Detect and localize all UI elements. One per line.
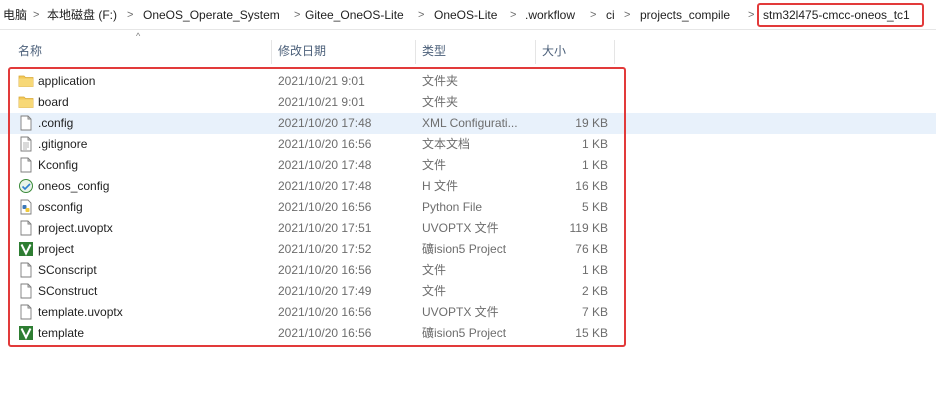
column-divider[interactable] xyxy=(535,40,536,64)
sort-ascending-icon: ^ xyxy=(136,31,141,41)
breadcrumb-item-computer[interactable]: 电脑 xyxy=(3,7,27,23)
address-bar[interactable]: 电脑 > 本地磁盘 (F:) > OneOS_Operate_System > … xyxy=(0,0,936,30)
chevron-right-icon[interactable]: > xyxy=(418,7,424,23)
breadcrumb-item-workflow[interactable]: .workflow xyxy=(525,7,575,23)
chevron-right-icon[interactable]: > xyxy=(748,7,754,23)
breadcrumb-item-gitee-oneos-lite[interactable]: Gitee_OneOS-Lite xyxy=(305,7,404,23)
chevron-right-icon[interactable]: > xyxy=(127,7,133,23)
breadcrumb-item-oneos-operate-system[interactable]: OneOS_Operate_System xyxy=(143,7,280,23)
breadcrumb-item-oneos-lite[interactable]: OneOS-Lite xyxy=(434,7,497,23)
column-header-type[interactable]: 类型 xyxy=(422,37,446,65)
breadcrumb-item-drive[interactable]: 本地磁盘 (F:) xyxy=(47,7,117,23)
breadcrumb-item-projects-compile[interactable]: projects_compile xyxy=(640,7,730,23)
column-header-size[interactable]: 大小 xyxy=(542,37,566,65)
column-divider[interactable] xyxy=(614,40,615,64)
column-header-name[interactable]: 名称 xyxy=(18,37,42,65)
breadcrumb-item-ci[interactable]: ci xyxy=(606,7,615,23)
chevron-right-icon[interactable]: > xyxy=(624,7,630,23)
chevron-right-icon[interactable]: > xyxy=(510,7,516,23)
file-list-highlight xyxy=(8,67,626,347)
column-header-date[interactable]: 修改日期 xyxy=(278,37,326,65)
chevron-right-icon[interactable]: > xyxy=(294,7,300,23)
chevron-right-icon[interactable]: > xyxy=(590,7,596,23)
current-folder-highlight xyxy=(757,3,924,27)
column-divider[interactable] xyxy=(271,40,272,64)
column-divider[interactable] xyxy=(415,40,416,64)
chevron-right-icon[interactable]: > xyxy=(33,7,39,23)
